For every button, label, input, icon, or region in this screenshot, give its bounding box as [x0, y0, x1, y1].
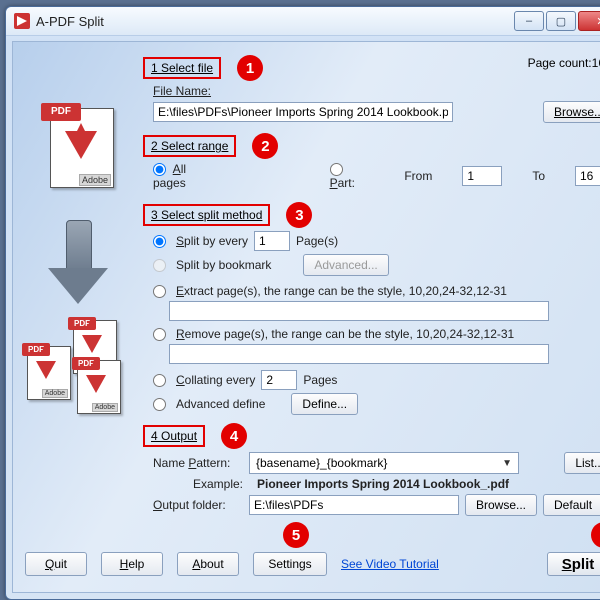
- to-label: To: [532, 169, 545, 183]
- split-every-input[interactable]: [254, 231, 290, 251]
- bottom-bar: Quit Help About Settings 5 See Video Tut…: [19, 544, 600, 584]
- browse-file-button[interactable]: Browse...: [543, 101, 600, 123]
- tutorial-link[interactable]: See Video Tutorial: [341, 557, 439, 571]
- define-button[interactable]: Define...: [291, 393, 358, 415]
- name-pattern-combo[interactable]: {basename}_{bookmark} ▼: [249, 452, 519, 474]
- advanced-bookmark-button: Advanced...: [303, 254, 388, 276]
- radio-remove[interactable]: [153, 328, 166, 341]
- list-button[interactable]: List...: [564, 452, 600, 474]
- collating-input[interactable]: [261, 370, 297, 390]
- page-count: Page count:16: [528, 56, 600, 70]
- name-pattern-label: Name Pattern:: [153, 456, 243, 470]
- pdf-badge: PDF: [41, 103, 81, 121]
- radio-part-input[interactable]: [330, 163, 343, 176]
- radio-extract[interactable]: [153, 285, 166, 298]
- filename-label: File Name:: [153, 84, 211, 98]
- help-button[interactable]: Help: [101, 552, 163, 576]
- radio-split-every[interactable]: [153, 235, 166, 248]
- minimize-button[interactable]: –: [514, 11, 544, 31]
- settings-button[interactable]: Settings: [253, 552, 327, 576]
- output-folder-input[interactable]: [249, 495, 459, 515]
- radio-all-pages-input[interactable]: [153, 163, 166, 176]
- quit-button[interactable]: Quit: [25, 552, 87, 576]
- close-button[interactable]: ✕: [578, 11, 600, 31]
- from-input[interactable]: [462, 166, 502, 186]
- adobe-label: Adobe: [79, 174, 111, 186]
- side-illustration: PDF Adobe PDF Adobe PDF Adobe: [23, 82, 133, 532]
- step-badge-2: 2: [252, 133, 278, 159]
- titlebar[interactable]: A-PDF Split – ▢ ✕: [6, 7, 600, 36]
- radio-part[interactable]: Part:: [330, 162, 375, 190]
- step3-header: 3 Select split method: [143, 204, 270, 226]
- extract-input[interactable]: [169, 301, 549, 321]
- filename-input[interactable]: [153, 102, 453, 122]
- radio-collating[interactable]: [153, 374, 166, 387]
- step-badge-1: 1: [237, 55, 263, 81]
- radio-adv-define[interactable]: [153, 398, 166, 411]
- example-label: Example:: [153, 477, 251, 491]
- maximize-button[interactable]: ▢: [546, 11, 576, 31]
- pdf-output-icon: PDF Adobe PDF Adobe PDF Adobe: [23, 320, 133, 430]
- to-input[interactable]: [575, 166, 600, 186]
- step-badge-5: 5: [283, 522, 309, 548]
- radio-all-pages[interactable]: All pages: [153, 162, 221, 190]
- from-label: From: [404, 169, 432, 183]
- split-button[interactable]: Split: [547, 552, 600, 576]
- browse-output-button[interactable]: Browse...: [465, 494, 537, 516]
- chevron-down-icon: ▼: [498, 458, 516, 469]
- step4-header: 4 Output: [143, 425, 205, 447]
- step-badge-3: 3: [286, 202, 312, 228]
- step2-header: 2 Select range: [143, 135, 236, 157]
- app-icon: [14, 13, 30, 29]
- remove-input[interactable]: [169, 344, 549, 364]
- example-value: Pioneer Imports Spring 2014 Lookbook_.pd…: [257, 477, 509, 491]
- app-window: A-PDF Split – ▢ ✕ PDF Adobe PDF: [5, 6, 600, 600]
- radio-split-bookmark: [153, 259, 166, 272]
- default-button[interactable]: Default: [543, 494, 600, 516]
- output-folder-label: Output folder:: [153, 498, 243, 512]
- client-area: PDF Adobe PDF Adobe PDF Adobe: [12, 41, 600, 593]
- step-badge-4: 4: [221, 423, 247, 449]
- about-button[interactable]: About: [177, 552, 239, 576]
- step1-header: 1 Select file: [143, 57, 221, 79]
- pdf-source-icon: PDF Adobe: [38, 102, 118, 192]
- main-panel: Page count:16 1 Select file 1 File Name:…: [143, 52, 600, 538]
- window-title: A-PDF Split: [36, 14, 514, 29]
- arrow-down-icon: [48, 220, 108, 310]
